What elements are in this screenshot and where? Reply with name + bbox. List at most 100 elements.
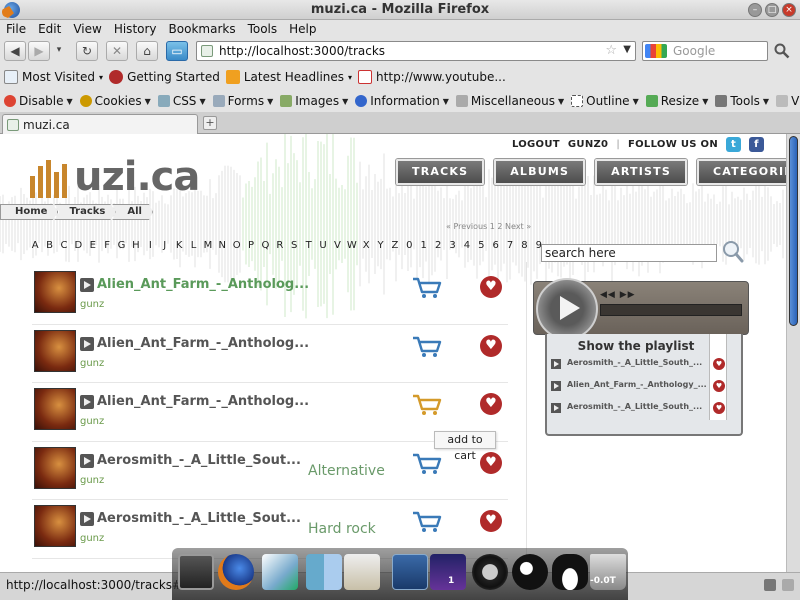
username-link[interactable]: GUNZ0 [568, 139, 608, 150]
album-art[interactable] [34, 329, 76, 372]
status-tool-icon[interactable] [764, 579, 776, 591]
playlist-play-icon[interactable] [551, 381, 561, 391]
alphabet-letter[interactable]: 7 [503, 240, 517, 251]
track-play-button[interactable] [80, 512, 94, 526]
dev-menu-outline[interactable]: Outline ▼ [571, 94, 639, 108]
stop-button[interactable]: ✕ [106, 41, 128, 61]
track-title[interactable]: Aerosmith_-_A_Little_Sout... [97, 453, 301, 468]
alphabet-letter[interactable]: J [158, 240, 172, 251]
playlist-favorite-icon[interactable]: ♥ [713, 402, 725, 414]
alphabet-letter[interactable]: T [301, 240, 315, 251]
playlist-play-icon[interactable] [551, 403, 561, 413]
alphabet-letter[interactable]: U [316, 240, 330, 251]
alphabet-letter[interactable]: L [186, 240, 200, 251]
favorite-heart-icon[interactable]: ♥ [480, 510, 502, 532]
favorite-heart-icon[interactable]: ♥ [480, 393, 502, 415]
alphabet-letter[interactable]: S [287, 240, 301, 251]
alphabet-letter[interactable]: A [28, 240, 42, 251]
player-seek-controls[interactable]: ◀◀ ▶▶ [600, 290, 636, 300]
favorite-heart-icon[interactable]: ♥ [480, 334, 502, 357]
facebook-icon[interactable]: f [749, 137, 764, 152]
track-play-button[interactable] [80, 278, 94, 292]
track-title[interactable]: Alien_Ant_Farm_-_Antholog... [97, 277, 309, 292]
alphabet-letter[interactable]: I [143, 240, 157, 251]
dev-menu-view-source[interactable]: View S [776, 94, 800, 108]
track-genre[interactable]: Alternative [308, 463, 385, 479]
back-button[interactable]: ◀ [4, 41, 26, 61]
show-playlist-button[interactable]: Show the playlist [547, 339, 725, 353]
alphabet-letter[interactable]: Q [258, 240, 272, 251]
menu-bookmarks[interactable]: Bookmarks [169, 20, 236, 38]
page-scrollbar[interactable] [786, 134, 800, 572]
menu-tools[interactable]: Tools [248, 20, 278, 38]
status-notes-icon[interactable] [782, 579, 794, 591]
alphabet-letter[interactable]: G [114, 240, 128, 251]
nav-albums-button[interactable]: ALBUMS [494, 159, 586, 185]
alphabet-letter[interactable]: Z [388, 240, 402, 251]
alphabet-letter[interactable]: 2 [431, 240, 445, 251]
site-logo[interactable]: uzi.ca [30, 154, 210, 200]
linux-penguin-icon[interactable] [552, 554, 588, 590]
track-uploader[interactable]: gunz [80, 299, 104, 310]
menu-edit[interactable]: Edit [38, 20, 61, 38]
alphabet-letter[interactable]: 8 [517, 240, 531, 251]
alphabet-letter[interactable]: B [42, 240, 56, 251]
track-title[interactable]: Alien_Ant_Farm_-_Antholog... [97, 336, 309, 351]
twitter-icon[interactable]: t [726, 137, 741, 152]
home-button[interactable]: ⌂ [136, 41, 158, 61]
track-title[interactable]: Alien_Ant_Farm_-_Antholog... [97, 394, 309, 409]
menu-help[interactable]: Help [289, 20, 316, 38]
alphabet-letter[interactable]: K [172, 240, 186, 251]
alphabet-letter[interactable]: Y [373, 240, 387, 251]
breadcrumb-all[interactable]: All [112, 204, 153, 220]
album-art[interactable] [34, 446, 76, 489]
forward-button[interactable]: ▶ [28, 41, 50, 61]
bookmarks-sidebar-button[interactable]: ▭ [166, 41, 188, 61]
menu-history[interactable]: History [114, 20, 157, 38]
web-search-box[interactable]: Google [642, 41, 768, 61]
favorite-heart-icon[interactable]: ♥ [480, 276, 502, 298]
alphabet-letter[interactable]: D [71, 240, 85, 251]
terminal-icon[interactable] [178, 554, 214, 590]
alphabet-letter[interactable]: H [129, 240, 143, 251]
alphabet-letter[interactable]: F [100, 240, 114, 251]
dev-menu-miscellaneous[interactable]: Miscellaneous ▼ [455, 94, 564, 108]
site-search-icon[interactable] [722, 240, 744, 264]
dev-menu-tools[interactable]: Tools ▼ [715, 94, 769, 108]
chat-app-icon[interactable] [262, 554, 298, 590]
maximize-button[interactable]: □ [765, 3, 779, 17]
track-play-button[interactable] [80, 336, 94, 351]
alphabet-letter[interactable]: O [229, 240, 243, 251]
dev-menu-images[interactable]: Images ▼ [280, 94, 348, 108]
firefox-icon[interactable] [218, 554, 254, 590]
cart-icon[interactable] [412, 276, 442, 300]
alphabet-letter[interactable]: N [215, 240, 229, 251]
track-play-button[interactable] [80, 395, 94, 409]
album-art[interactable] [34, 505, 76, 547]
cart-icon[interactable] [412, 335, 442, 359]
track-uploader[interactable]: gunz [80, 416, 104, 427]
alphabet-letter[interactable]: 4 [460, 240, 474, 251]
bookmark-most-visited[interactable]: Most Visited ▾ [4, 70, 103, 84]
pagination[interactable]: « Previous 1 2 Next » [446, 222, 531, 231]
search-go-icon[interactable] [774, 43, 790, 59]
alphabet-letter[interactable]: 0 [402, 240, 416, 251]
minimize-button[interactable]: – [748, 3, 762, 17]
dev-menu-forms[interactable]: Forms ▼ [212, 94, 273, 108]
track-uploader[interactable]: gunz [80, 533, 104, 544]
scrollbar-thumb[interactable] [789, 136, 798, 326]
bookmark-youtube[interactable]: http://www.youtube... [358, 70, 506, 84]
track-play-button[interactable] [80, 453, 94, 468]
playlist-favorite-icon[interactable]: ♥ [713, 358, 725, 370]
track-uploader[interactable]: gunz [80, 475, 104, 486]
url-bar[interactable]: http://localhost:3000/tracks ☆ ▼ [196, 41, 636, 61]
track-uploader[interactable]: gunz [80, 358, 104, 369]
alphabet-letter[interactable]: 6 [489, 240, 503, 251]
cart-icon[interactable] [412, 510, 442, 534]
history-dropdown-button[interactable]: ▾ [52, 41, 66, 61]
player-play-button[interactable] [536, 278, 598, 340]
desktop-switcher-icon[interactable] [392, 554, 428, 590]
alphabet-letter[interactable]: P [244, 240, 258, 251]
nav-tracks-button[interactable]: TRACKS [396, 159, 485, 185]
dev-menu-cookies[interactable]: Cookies ▼ [79, 94, 151, 108]
